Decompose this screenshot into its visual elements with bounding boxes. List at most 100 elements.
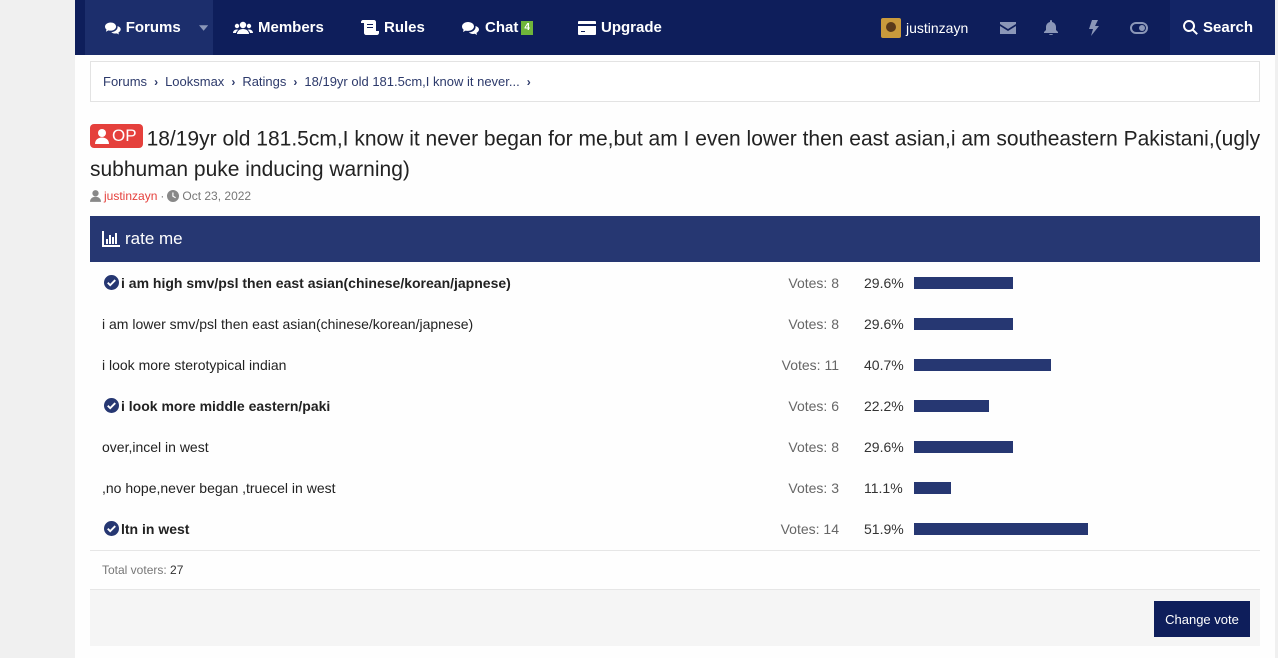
thread-author[interactable]: justinzayn (104, 189, 157, 203)
username: justinzayn (906, 19, 969, 36)
poll-option-percent: 40.7% (864, 356, 904, 373)
thread-meta: justinzayn · Oct 23, 2022 (90, 189, 251, 203)
breadcrumb-chevron-icon: › (154, 74, 159, 89)
page: Forums Members Rules Chat 4 Upgrade just… (75, 0, 1275, 658)
user-icon (90, 190, 101, 202)
poll-option-percent: 22.2% (864, 397, 904, 414)
poll-option-row: i look more middle eastern/paki Votes: 6 2… (90, 385, 1260, 426)
poll-option-text: i look more sterotypical indian (102, 356, 287, 373)
user-icon (95, 128, 109, 144)
poll-option-bar (914, 277, 1013, 289)
breadcrumb-ratings[interactable]: Ratings (242, 74, 286, 89)
credit-card-icon (578, 20, 596, 35)
alerts-button[interactable] (1044, 0, 1058, 55)
poll-option-label: i am high smv/psl then east asian(chines… (104, 262, 511, 303)
poll-option-text: over,incel in west (102, 438, 209, 455)
poll-option-label: ,no hope,never began ,truecel in west (102, 467, 336, 508)
poll-option-votes: Votes: 3 (788, 479, 839, 496)
nav-upgrade-label: Upgrade (601, 19, 662, 36)
change-vote-button[interactable]: Change vote (1154, 601, 1250, 637)
nav-rules-label: Rules (384, 19, 425, 36)
poll-option-percent: 29.6% (864, 274, 904, 291)
breadcrumb-chevron-icon: › (293, 74, 298, 89)
poll-option-votes: Votes: 6 (788, 397, 839, 414)
poll-option-label: i look more sterotypical indian (102, 344, 286, 385)
poll-option-votes: Votes: 11 (781, 356, 839, 373)
nav-forums-label: Forums (125, 19, 181, 36)
poll-option-label: i am lower smv/psl then east asian(chine… (102, 303, 473, 344)
poll-option-row: i am lower smv/psl then east asian(chine… (90, 303, 1260, 344)
poll-option-text: i am high smv/psl then east asian(chines… (121, 274, 511, 291)
breadcrumb-forums[interactable]: Forums (103, 74, 147, 89)
toggle-icon (1130, 21, 1148, 34)
poll-option-row: over,incel in west Votes: 8 29.6% (90, 426, 1260, 467)
poll-option-row: i am high smv/psl then east asian(chines… (90, 262, 1260, 303)
nav-search[interactable]: Search (1170, 0, 1275, 55)
users-icon (233, 21, 253, 34)
chat-icon (462, 21, 479, 35)
poll-option-bar (914, 400, 989, 412)
poll-option-text: ltn in west (121, 520, 190, 537)
caret-down-icon[interactable] (198, 24, 208, 31)
poll-option-label: i look more middle eastern/paki (104, 385, 330, 426)
toggle-button[interactable] (1130, 0, 1148, 55)
search-icon (1183, 20, 1198, 35)
avatar (881, 17, 901, 38)
divider (90, 550, 1260, 551)
poll-header: rate me (90, 216, 1260, 262)
check-circle-icon (104, 398, 119, 413)
nav-chat[interactable]: Chat 4 (462, 0, 533, 55)
poll-option-row: ltn in west Votes: 14 51.9% (90, 508, 1260, 549)
total-voters-label: Total voters: (102, 563, 167, 577)
total-voters: Total voters: 27 (102, 563, 183, 577)
comments-icon (105, 21, 121, 34)
breadcrumb-thread[interactable]: 18/19yr old 181.5cm,I know it never... (304, 74, 519, 89)
total-voters-value: 27 (170, 563, 184, 577)
thread-date[interactable]: Oct 23, 2022 (182, 189, 251, 203)
poll-option-text: i am lower smv/psl then east asian(chine… (102, 315, 474, 332)
nav-upgrade[interactable]: Upgrade (578, 0, 662, 55)
poll-option-votes: Votes: 8 (788, 438, 839, 455)
poll-option-bar (914, 318, 1013, 330)
poll-option-bar (914, 523, 1088, 535)
breadcrumb: Forums › Looksmax › Ratings › 18/19yr old 1… (90, 61, 1260, 102)
poll-option-percent: 11.1% (864, 479, 903, 496)
envelope-icon (1000, 21, 1016, 34)
poll-title: rate me (125, 229, 183, 248)
op-label: OP (112, 126, 137, 145)
breadcrumb-chevron-icon: › (231, 74, 236, 89)
check-circle-icon (104, 275, 119, 290)
poll-option-votes: Votes: 8 (788, 315, 839, 332)
nav-search-label: Search (1203, 19, 1254, 36)
user-menu[interactable]: justinzayn (881, 0, 968, 55)
poll-option-percent: 29.6% (864, 438, 904, 455)
poll-footer: Change vote (90, 589, 1260, 646)
breadcrumb-looksmax[interactable]: Looksmax (165, 74, 224, 89)
poll-option-votes: Votes: 8 (788, 274, 839, 291)
check-circle-icon (104, 521, 119, 536)
nav-chat-label: Chat (485, 19, 519, 36)
inbox-button[interactable] (1000, 0, 1016, 55)
chat-count-badge: 4 (521, 20, 533, 35)
meta-separator: · (160, 189, 165, 203)
nav-members[interactable]: Members (233, 0, 324, 55)
page-title: 18/19yr old 181.5cm,I know it never bega… (90, 127, 1261, 181)
poll-option-bar (914, 441, 1013, 453)
thread-title-block: OP 18/19yr old 181.5cm,I know it never be… (90, 124, 1275, 185)
nav-rules[interactable]: Rules (361, 0, 425, 55)
poll-option-row: i look more sterotypical indian Votes: 11… (90, 344, 1260, 385)
poll-option-bar (914, 359, 1051, 371)
nav-members-label: Members (258, 19, 324, 36)
poll-option-percent: 51.9% (864, 520, 904, 537)
clock-icon (167, 190, 180, 202)
nav-forums[interactable]: Forums (85, 0, 213, 55)
op-badge: OP (90, 124, 143, 148)
poll-option-label: ltn in west (104, 508, 189, 549)
whats-new-button[interactable] (1089, 0, 1099, 55)
bell-icon (1044, 20, 1058, 35)
poll-option-bar (914, 482, 951, 494)
poll-option-label: over,incel in west (102, 426, 209, 467)
bar-chart-icon (102, 231, 120, 247)
poll-option-row: ,no hope,never began ,truecel in west Vot… (90, 467, 1260, 508)
top-navigation: Forums Members Rules Chat 4 Upgrade just… (75, 0, 1275, 55)
